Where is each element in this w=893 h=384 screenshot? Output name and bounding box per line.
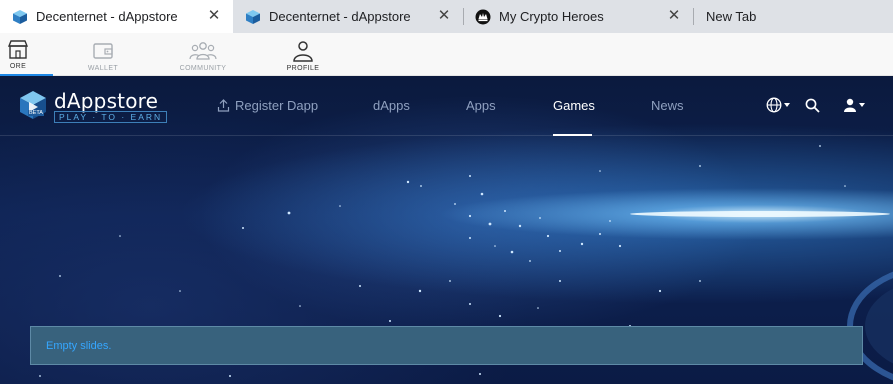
- site-header: BETA dAppstore PLAY · TO · EARN Register…: [0, 76, 893, 136]
- close-tab-icon[interactable]: ✕: [437, 8, 451, 23]
- beta-badge: BETA: [28, 110, 44, 116]
- profile-icon: [293, 41, 313, 62]
- browser-tab-dappstore[interactable]: Decenternet - dAppstore ✕: [233, 0, 463, 33]
- tab-title: Decenternet - dAppstore: [36, 9, 178, 24]
- search-icon: [805, 98, 820, 113]
- user-icon: [844, 98, 856, 112]
- logo-name: dAppstore: [54, 89, 159, 113]
- wallet-icon: [93, 43, 113, 59]
- browser-tab-dappstore-active[interactable]: Decenternet - dAppstore ✕: [0, 0, 233, 33]
- nav-store-label: ORE: [9, 63, 27, 70]
- nav-wallet[interactable]: WALLET: [68, 33, 138, 76]
- tab-title: My Crypto Heroes: [499, 9, 604, 24]
- dappstore-logo[interactable]: BETA dAppstore PLAY · TO · EARN: [18, 88, 168, 123]
- nav-register-dapp-label: Register Dapp: [235, 98, 319, 113]
- nav-news[interactable]: News: [651, 98, 684, 113]
- globe-icon: [766, 97, 782, 113]
- browser-tab-new[interactable]: New Tab: [694, 0, 893, 33]
- nav-community-label: COMMUNITY: [179, 65, 227, 72]
- upload-icon: [217, 99, 230, 112]
- nav-profile-label: PROFILE: [286, 65, 320, 72]
- community-icon: [189, 42, 217, 60]
- nav-community[interactable]: COMMUNITY: [168, 33, 238, 76]
- nav-wallet-label: WALLET: [87, 65, 119, 72]
- nav-dapps[interactable]: dApps: [373, 98, 410, 113]
- nav-active-indicator: [553, 134, 592, 136]
- slider-empty-message: Empty slides.: [46, 340, 112, 352]
- tab-title: Decenternet - dAppstore: [269, 9, 411, 24]
- dappstore-cube-icon: [246, 9, 260, 24]
- close-tab-icon[interactable]: ✕: [667, 8, 681, 23]
- nav-games[interactable]: Games: [553, 98, 595, 113]
- nav-register-dapp[interactable]: Register Dapp: [217, 98, 318, 113]
- tab-title: New Tab: [706, 9, 757, 24]
- chevron-down-icon: [784, 103, 790, 107]
- dappstore-cube-icon: [13, 9, 27, 24]
- wallet-nav-bar: ORE WALLET COMMUNITY PROFILE: [0, 33, 893, 76]
- logo-tagline: PLAY · TO · EARN: [54, 111, 168, 123]
- nav-store[interactable]: ORE: [0, 33, 53, 76]
- chevron-down-icon: [859, 103, 865, 107]
- store-icon: [7, 40, 29, 59]
- close-tab-icon[interactable]: ✕: [207, 8, 221, 23]
- crypto-heroes-icon: [475, 9, 491, 24]
- browser-tab-strip: Decenternet - dAppstore ✕ Decenternet - …: [0, 0, 893, 33]
- account-menu[interactable]: [843, 96, 865, 114]
- browser-tab-crypto-heroes[interactable]: My Crypto Heroes ✕: [463, 0, 693, 33]
- search-button[interactable]: [805, 96, 820, 114]
- nav-apps[interactable]: Apps: [466, 98, 496, 113]
- nav-profile[interactable]: PROFILE: [268, 33, 338, 76]
- language-selector[interactable]: [766, 96, 790, 114]
- slider-empty-notice: Empty slides.: [30, 326, 863, 365]
- dappstore-page: BETA dAppstore PLAY · TO · EARN Register…: [0, 76, 893, 384]
